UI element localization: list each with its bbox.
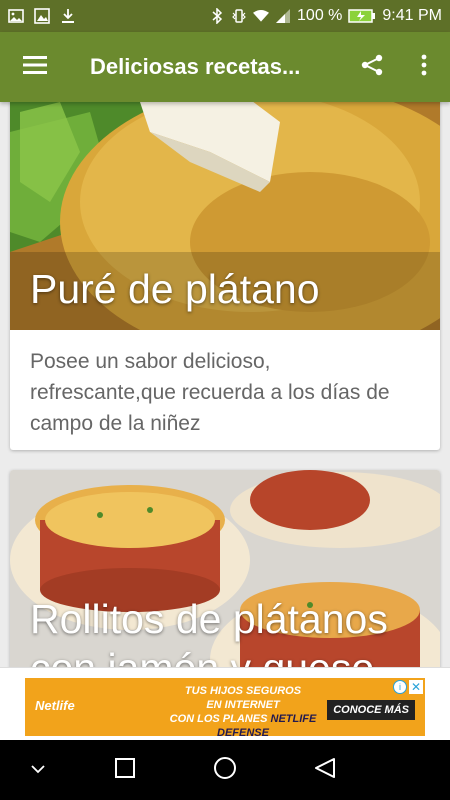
nav-home-button[interactable] — [195, 740, 255, 800]
status-bar: 100 % 9:41 PM — [0, 0, 450, 32]
signal-icon — [275, 8, 291, 24]
ad-cta-button[interactable]: CONOCE MÁS — [327, 700, 415, 720]
clock: 9:41 PM — [382, 7, 442, 24]
recipe-list[interactable]: Puré de plátano Posee un sabor delicioso… — [0, 102, 450, 667]
nav-back-button[interactable] — [295, 740, 355, 800]
home-icon — [213, 756, 237, 785]
back-icon — [314, 757, 336, 784]
recipe-card[interactable]: Puré de plátano Posee un sabor delicioso… — [10, 102, 440, 450]
ad-close-icon[interactable]: ✕ — [409, 680, 423, 694]
app-bar: Deliciosas recetas... — [0, 32, 450, 102]
battery-percent: 100 % — [297, 7, 343, 24]
page-title: Deliciosas recetas... — [90, 54, 301, 79]
bluetooth-icon — [209, 8, 225, 24]
recipe-image: Rollitos de plátanos con jamón y queso — [10, 470, 440, 667]
recipe-title: Puré de plátano — [30, 265, 320, 312]
chevron-down-icon — [31, 761, 45, 779]
navigation-bar — [0, 740, 450, 800]
ad-line-2: EN INTERNET — [206, 699, 280, 711]
nav-recents-button[interactable] — [95, 740, 155, 800]
ad-line-3: CON LOS PLANES NETLIFE DEFENSE — [143, 712, 343, 736]
menu-button[interactable] — [0, 32, 70, 102]
recipe-title: Rollitos de plátanos con jamón y queso — [30, 596, 388, 667]
ad-info-icon[interactable]: i — [393, 680, 407, 694]
ad-creative[interactable]: Netlife TUS HIJOS SEGUROS EN INTERNET CO… — [25, 678, 425, 736]
wifi-icon — [253, 8, 270, 24]
more-options-button[interactable] — [398, 32, 450, 102]
recents-icon — [115, 757, 135, 783]
image-icon — [8, 8, 24, 24]
download-icon — [60, 8, 76, 24]
ad-logo: Netlife — [35, 698, 75, 713]
ad-line-3-text: CON LOS PLANES — [169, 713, 268, 725]
menu-icon — [23, 55, 47, 79]
battery-icon — [348, 8, 376, 24]
nav-hide-button[interactable] — [8, 740, 68, 800]
recipe-description: Posee un sabor delicioso, refrescante,qu… — [30, 350, 390, 435]
share-button[interactable] — [346, 32, 398, 102]
gallery-icon — [34, 8, 50, 24]
recipe-image: Puré de plátano — [10, 102, 440, 330]
recipe-card[interactable]: Rollitos de plátanos con jamón y queso — [10, 470, 440, 667]
more-vert-icon — [421, 54, 427, 81]
share-icon — [360, 53, 384, 82]
ad-banner[interactable]: Netlife TUS HIJOS SEGUROS EN INTERNET CO… — [0, 667, 450, 740]
vibrate-icon — [231, 8, 247, 24]
ad-text: TUS HIJOS SEGUROS EN INTERNET CON LOS PL… — [143, 684, 343, 736]
ad-line-1: TUS HIJOS SEGUROS — [184, 685, 302, 697]
